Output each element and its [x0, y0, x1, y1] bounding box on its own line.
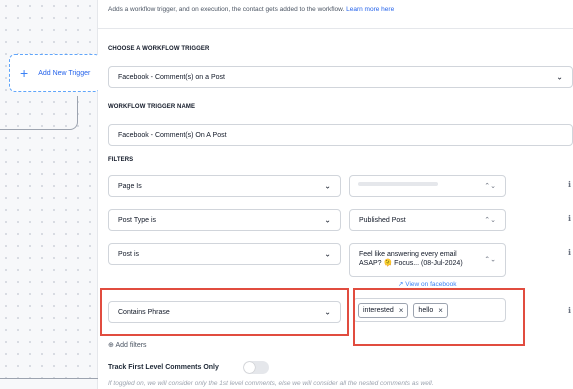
header-divider [98, 28, 573, 29]
chevron-down-icon: ⌄ [324, 249, 331, 259]
post-preview-line2: ASAP? 🫠 Focus... (08-Jul-2024) [359, 260, 463, 267]
trigger-config-panel: Adds a workflow trigger, and on executio… [98, 0, 573, 389]
view-on-facebook-link[interactable]: ↗ View on facebook [398, 280, 456, 288]
updown-icon: ⌃⌄ [484, 217, 496, 224]
external-link-icon: ↗ [398, 281, 404, 288]
add-filters-label: Add filters [115, 342, 147, 349]
updown-icon: ⌃⌄ [484, 256, 496, 264]
info-icon[interactable]: ℹ [568, 306, 571, 315]
filter-value-select[interactable]: ⌃⌄ [349, 175, 506, 197]
updown-icon: ⌃⌄ [484, 183, 496, 190]
add-new-trigger-button[interactable]: + Add New Trigger [9, 54, 101, 92]
filter-value-select[interactable]: Published Post ⌃⌄ [349, 209, 506, 231]
info-icon[interactable]: ℹ [568, 180, 571, 189]
view-on-facebook-label: View on facebook [405, 281, 457, 288]
filter-field-value: Post is [118, 250, 140, 258]
learn-more-link[interactable]: Learn more here [346, 6, 394, 13]
filter-value-text: Published Post [359, 216, 406, 224]
chevron-down-icon: ⌄ [324, 215, 331, 225]
plus-icon: + [20, 65, 29, 81]
toggle-knob [244, 362, 255, 373]
filters-label: FILTERS [108, 157, 134, 163]
filter-value-select[interactable]: Feel like answering every email ASAP? 🫠 … [349, 243, 506, 277]
canvas-bottom-line [0, 378, 98, 379]
description-text: Adds a workflow trigger, and on executio… [108, 6, 345, 13]
workflow-canvas: + Add New Trigger [0, 0, 101, 389]
add-new-trigger-label: Add New Trigger [38, 69, 91, 77]
trigger-name-input[interactable]: Facebook - Comment(s) On A Post [108, 124, 573, 146]
info-icon[interactable]: ℹ [568, 248, 571, 257]
chevron-down-icon: ⌄ [324, 181, 331, 191]
add-circle-icon: ⊕ [108, 342, 114, 349]
filter-field-select[interactable]: Post is ⌄ [108, 243, 341, 265]
filter-field-value: Page Is [118, 182, 142, 190]
highlight-annotation-field [100, 288, 349, 336]
filter-field-value: Post Type is [118, 216, 157, 224]
track-first-level-label: Track First Level Comments Only [108, 364, 219, 371]
track-first-level-help: If toggled on, we will consider only the… [108, 380, 434, 387]
highlight-annotation-value [353, 288, 525, 346]
filter-field-select[interactable]: Post Type is ⌄ [108, 209, 341, 231]
add-filters-button[interactable]: ⊕ Add filters [108, 341, 147, 349]
loading-placeholder [358, 182, 438, 186]
trigger-name-value: Facebook - Comment(s) On A Post [118, 131, 227, 139]
panel-description: Adds a workflow trigger, and on executio… [108, 6, 394, 13]
choose-trigger-label: CHOOSE A WORKFLOW TRIGGER [108, 46, 210, 52]
trigger-select-value: Facebook - Comment(s) on a Post [118, 73, 225, 81]
post-preview-line1: Feel like answering every email [359, 251, 457, 258]
filter-field-select[interactable]: Page Is ⌄ [108, 175, 341, 197]
chevron-down-icon: ⌄ [556, 72, 563, 82]
track-first-level-toggle[interactable] [243, 361, 269, 374]
info-icon[interactable]: ℹ [568, 214, 571, 223]
canvas-connector-line [0, 96, 78, 130]
trigger-name-label: WORKFLOW TRIGGER NAME [108, 104, 196, 110]
trigger-select[interactable]: Facebook - Comment(s) on a Post ⌄ [108, 66, 573, 88]
